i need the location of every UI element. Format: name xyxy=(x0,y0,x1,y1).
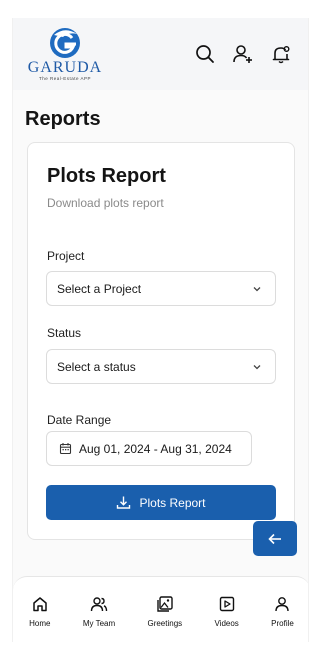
plots-report-card: Plots Report Download plots report Proje… xyxy=(27,142,295,540)
header-actions xyxy=(194,43,292,65)
nav-item-profile[interactable]: Profile xyxy=(271,595,294,628)
status-label: Status xyxy=(47,326,82,340)
status-select-value: Select a status xyxy=(57,359,136,374)
plots-report-button[interactable]: Plots Report xyxy=(46,485,276,520)
nav-item-home[interactable]: Home xyxy=(29,595,51,628)
card-title: Plots Report xyxy=(47,165,166,187)
videos-icon xyxy=(218,595,236,613)
brand-logo[interactable]: GARUDA The Real-Estate APP xyxy=(27,26,103,82)
nav-item-videos[interactable]: Videos xyxy=(214,595,239,628)
page-title: Reports xyxy=(25,108,101,130)
brand-tagline: The Real-Estate APP xyxy=(38,76,92,81)
nav-item-label: Greetings xyxy=(147,619,183,628)
plots-report-button-label: Plots Report xyxy=(139,495,206,510)
card-subtitle: Download plots report xyxy=(47,196,164,210)
home-icon xyxy=(31,595,49,613)
download-icon xyxy=(116,495,131,510)
nav-item-greetings[interactable]: Greetings xyxy=(147,595,182,628)
add-user-icon[interactable] xyxy=(232,43,254,65)
date-range-label: Date Range xyxy=(47,413,112,427)
notification-bell-icon[interactable] xyxy=(270,43,292,65)
project-select-value: Select a Project xyxy=(57,281,142,296)
nav-item-label: Videos xyxy=(214,619,239,628)
search-icon[interactable] xyxy=(194,43,216,65)
back-button[interactable] xyxy=(253,521,297,556)
app-frame: GARUDA The Real-Estate APP Reports Plots… xyxy=(12,18,309,642)
profile-icon xyxy=(273,595,291,613)
project-label: Project xyxy=(47,249,85,263)
calendar-icon xyxy=(59,442,72,455)
date-range-value: Aug 01, 2024 - Aug 31, 2024 xyxy=(79,441,232,456)
nav-item-label: My Team xyxy=(82,619,116,628)
arrow-left-icon xyxy=(267,531,283,547)
nav-item-label: Profile xyxy=(271,619,294,628)
nav-item-label: Home xyxy=(29,619,51,628)
project-select[interactable]: Select a Project xyxy=(46,271,276,306)
team-icon xyxy=(90,595,108,613)
bottom-navigation: Home My Team Greetings Videos Profile xyxy=(13,576,308,642)
status-select[interactable]: Select a status xyxy=(46,349,276,384)
date-range-picker[interactable]: Aug 01, 2024 - Aug 31, 2024 xyxy=(46,431,252,466)
chevron-down-icon xyxy=(251,283,263,295)
greetings-icon xyxy=(156,595,174,613)
garuda-logo-icon xyxy=(50,28,80,58)
brand-name: GARUDA xyxy=(27,59,103,76)
chevron-down-icon xyxy=(251,361,263,373)
nav-item-my-team[interactable]: My Team xyxy=(83,595,115,628)
app-header: GARUDA The Real-Estate APP xyxy=(13,18,308,90)
